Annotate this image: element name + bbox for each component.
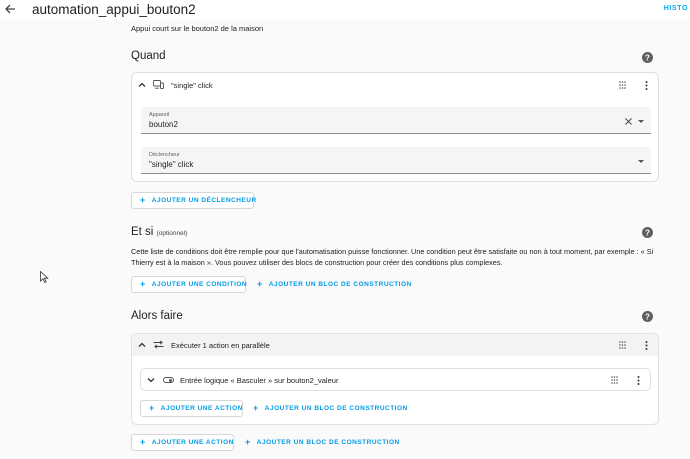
plus-icon: + bbox=[149, 403, 155, 413]
add-action-button[interactable]: + AJOUTER UNE ACTION bbox=[131, 434, 234, 451]
trigger-type-field[interactable]: Déclencheur "single" click bbox=[141, 147, 651, 174]
drag-grip-icon[interactable] bbox=[619, 81, 626, 89]
mouse-cursor-icon bbox=[40, 271, 49, 283]
shuffle-arrows-icon bbox=[153, 340, 164, 349]
chevron-up-icon[interactable] bbox=[138, 341, 146, 349]
optional-label: (optionnel) bbox=[156, 230, 188, 237]
add-action-block-label: AJOUTER UN BLOC DE CONSTRUCTION bbox=[256, 439, 400, 446]
add-inner-block-label: AJOUTER UN BLOC DE CONSTRUCTION bbox=[264, 405, 408, 412]
actions-section-title: Alors faire bbox=[131, 310, 183, 322]
chevron-down-icon[interactable] bbox=[638, 120, 644, 123]
plus-icon: + bbox=[257, 279, 263, 289]
history-link[interactable]: HISTO bbox=[664, 5, 688, 12]
add-condition-button[interactable]: + AJOUTER UNE CONDITION bbox=[131, 276, 248, 293]
plus-icon: + bbox=[245, 437, 251, 447]
add-action-block-button[interactable]: + AJOUTER UN BLOC DE CONSTRUCTION bbox=[237, 434, 399, 451]
add-inner-action-label: AJOUTER UNE ACTION bbox=[160, 405, 243, 412]
conditions-section-title: Et si (optionnel) bbox=[131, 226, 187, 238]
plus-icon: + bbox=[253, 403, 259, 413]
svg-text:?: ? bbox=[645, 228, 650, 237]
toggle-switch-icon bbox=[163, 377, 174, 383]
add-inner-block-button[interactable]: + AJOUTER UN BLOC DE CONSTRUCTION bbox=[245, 400, 407, 417]
add-inner-action-button[interactable]: + AJOUTER UNE ACTION bbox=[140, 400, 243, 417]
top-bar: automation_appui_bouton2 HISTO bbox=[0, 0, 690, 20]
plus-icon: + bbox=[140, 437, 146, 447]
help-circle-icon[interactable]: ? bbox=[642, 52, 653, 63]
conditions-description: Cette liste de conditions doit être remp… bbox=[131, 247, 654, 267]
plus-icon: + bbox=[140, 195, 146, 205]
help-circle-icon[interactable]: ? bbox=[642, 311, 653, 322]
drag-grip-icon[interactable] bbox=[611, 376, 618, 384]
svg-text:?: ? bbox=[645, 312, 650, 321]
drag-grip-icon[interactable] bbox=[619, 341, 626, 349]
parallel-action-title: Exécuter 1 action en parallèle bbox=[171, 341, 270, 350]
add-action-label: AJOUTER UNE ACTION bbox=[151, 439, 234, 446]
dots-vertical-icon[interactable] bbox=[637, 376, 640, 385]
chevron-down-icon[interactable] bbox=[147, 376, 155, 384]
dots-vertical-icon[interactable] bbox=[645, 81, 648, 90]
trigger-card: "single" click Appareil bouton2 Déclench… bbox=[131, 72, 659, 182]
add-condition-block-label: AJOUTER UN BLOC DE CONSTRUCTION bbox=[268, 281, 412, 288]
chevron-down-icon[interactable] bbox=[638, 160, 644, 163]
automation-description: Appui court sur le bouton2 de la maison bbox=[131, 24, 264, 33]
page-title: automation_appui_bouton2 bbox=[32, 2, 196, 17]
dots-vertical-icon[interactable] bbox=[645, 341, 648, 350]
add-trigger-button[interactable]: + AJOUTER UN DÉCLENCHEUR bbox=[131, 192, 257, 209]
svg-text:?: ? bbox=[645, 53, 650, 62]
parallel-action-card: Exécuter 1 action en parallèle Entrée lo… bbox=[131, 333, 659, 425]
remote-device-icon bbox=[153, 80, 164, 89]
trigger-card-header[interactable]: "single" click bbox=[132, 73, 658, 95]
conditions-title-text: Et si bbox=[131, 226, 154, 238]
toggle-action-title: Entrée logique « Basculer » sur bouton2_… bbox=[180, 376, 339, 385]
device-field-label: Appareil bbox=[149, 112, 170, 118]
add-trigger-label: AJOUTER UN DÉCLENCHEUR bbox=[151, 197, 257, 204]
help-circle-icon[interactable]: ? bbox=[642, 227, 653, 238]
trigger-type-field-label: Déclencheur bbox=[149, 152, 180, 158]
arrow-left-icon[interactable] bbox=[4, 3, 16, 15]
close-icon[interactable] bbox=[625, 118, 632, 125]
trigger-type-field-value: "single" click bbox=[149, 160, 194, 169]
plus-icon: + bbox=[140, 279, 146, 289]
device-field[interactable]: Appareil bouton2 bbox=[141, 107, 651, 134]
chevron-up-icon[interactable] bbox=[138, 81, 146, 89]
toggle-action-row[interactable]: Entrée logique « Basculer » sur bouton2_… bbox=[140, 368, 651, 391]
parallel-action-header[interactable]: Exécuter 1 action en parallèle bbox=[132, 334, 658, 356]
device-field-value: bouton2 bbox=[149, 120, 178, 129]
triggers-section-title: Quand bbox=[131, 50, 166, 62]
add-condition-block-button[interactable]: + AJOUTER UN BLOC DE CONSTRUCTION bbox=[249, 276, 411, 293]
add-condition-label: AJOUTER UNE CONDITION bbox=[151, 281, 248, 288]
trigger-card-title: "single" click bbox=[171, 81, 213, 90]
